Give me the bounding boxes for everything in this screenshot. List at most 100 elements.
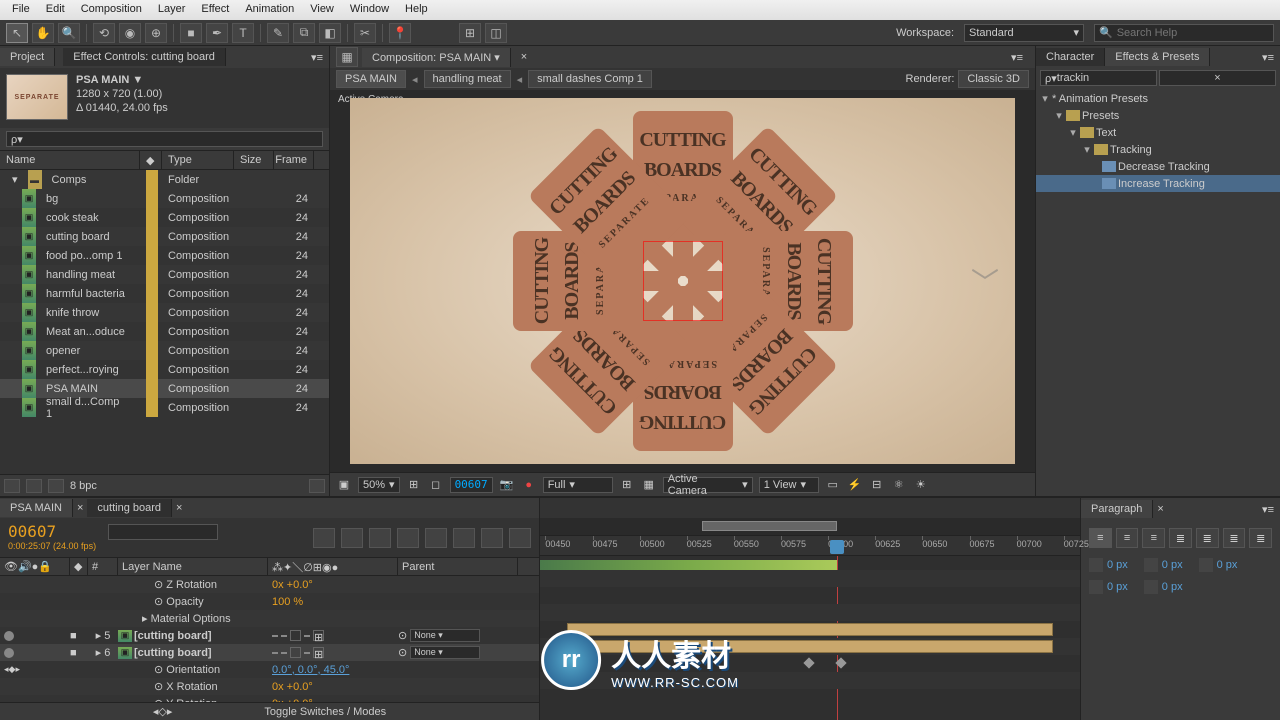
timeline-row[interactable]: ⊙ Opacity100 %	[0, 593, 539, 610]
resolution-icon[interactable]: ⊞	[406, 478, 422, 492]
timeline-track[interactable]	[540, 604, 1080, 621]
clone-tool-icon[interactable]: ⧉	[293, 23, 315, 43]
label-swatch[interactable]	[146, 170, 158, 189]
zoom-dropdown[interactable]: 50%▾	[358, 477, 400, 493]
col-name[interactable]: Name	[0, 151, 140, 169]
keyframe-icon[interactable]	[835, 657, 846, 668]
paragraph-tab[interactable]: Paragraph	[1081, 500, 1153, 518]
timeline-track[interactable]	[540, 638, 1080, 655]
property-value[interactable]: 0x +0.0°	[268, 681, 398, 693]
project-item-row[interactable]: ▣small d...Comp 1Composition24	[0, 398, 329, 417]
always-preview-icon[interactable]: ▣	[336, 478, 352, 492]
time-ruler[interactable]: 0045000475005000052500550005750060000625…	[540, 536, 1080, 556]
timeline-search[interactable]	[108, 524, 218, 540]
label-swatch[interactable]	[146, 398, 158, 417]
align-center-icon[interactable]: ≡	[1116, 528, 1139, 548]
selection-tool-icon[interactable]: ↖	[6, 23, 28, 43]
channel-icon[interactable]: ●	[521, 478, 537, 492]
label-swatch[interactable]	[146, 379, 158, 398]
project-folder-row[interactable]: ▾▬Comps Folder	[0, 170, 329, 189]
delete-icon[interactable]	[309, 479, 325, 493]
viewer-canvas[interactable]: ︿ ﹀ CUTTINGBOARDSSEPARATECUTTINGBOARDSSE…	[350, 98, 1015, 464]
timeline-icon[interactable]: ⊟	[869, 478, 885, 492]
effects-presets-tab[interactable]: Effects & Presets	[1105, 48, 1210, 66]
graph-editor-icon[interactable]	[481, 528, 503, 548]
label-swatch[interactable]	[146, 284, 158, 303]
timeline-row[interactable]: ■▸ 5▣[cutting board]⊞⊙ None ▾	[0, 627, 539, 644]
eraser-tool-icon[interactable]: ◧	[319, 23, 341, 43]
menu-animation[interactable]: Animation	[237, 0, 302, 20]
zoom-tool-icon[interactable]: 🔍	[58, 23, 80, 43]
label-swatch[interactable]	[146, 246, 158, 265]
guides-icon[interactable]: ▦	[641, 478, 657, 492]
project-search[interactable]: ρ▾	[0, 128, 329, 150]
brainstorm-icon[interactable]	[453, 528, 475, 548]
menu-window[interactable]: Window	[342, 0, 397, 20]
brush-tool-icon[interactable]: ✎	[267, 23, 289, 43]
composition-tab[interactable]: Composition: PSA MAIN ▾	[362, 48, 511, 67]
new-folder-icon[interactable]	[26, 479, 42, 493]
fast-preview-icon[interactable]: ⚡	[847, 478, 863, 492]
timeline-track[interactable]	[540, 655, 1080, 672]
label-swatch[interactable]	[146, 227, 158, 246]
space-before-value[interactable]: 0 px	[1107, 581, 1128, 593]
camera-tool-icon[interactable]: ◉	[119, 23, 141, 43]
preset-increase-tracking[interactable]: Increase Tracking	[1118, 178, 1205, 190]
roi-icon[interactable]: ◻	[428, 478, 444, 492]
shy-icon[interactable]	[369, 528, 391, 548]
timeline-track[interactable]	[540, 587, 1080, 604]
3d-layer-icon[interactable]: ⊞	[313, 647, 324, 658]
menu-composition[interactable]: Composition	[73, 0, 150, 20]
pixel-aspect-icon[interactable]: ▭	[825, 478, 841, 492]
workspace-dropdown[interactable]: Standard▾	[964, 24, 1084, 42]
visibility-toggle-icon[interactable]	[4, 631, 14, 641]
3d-layer-icon[interactable]: ⊞	[313, 630, 324, 641]
justify-last-right-icon[interactable]: ≣	[1223, 528, 1246, 548]
project-item-row[interactable]: ▣openerComposition24	[0, 341, 329, 360]
current-time[interactable]: 00607	[450, 477, 493, 493]
axis-local-icon[interactable]: ◫	[485, 23, 507, 43]
col-label[interactable]: ◆	[140, 151, 162, 169]
indent-left-value[interactable]: 0 px	[1107, 559, 1128, 571]
menu-effect[interactable]: Effect	[193, 0, 237, 20]
timeline-track[interactable]	[540, 621, 1080, 638]
bpc-toggle[interactable]: 8 bpc	[70, 480, 97, 492]
project-comp-name[interactable]: PSA MAIN ▼	[76, 74, 168, 86]
hand-tool-icon[interactable]: ✋	[32, 23, 54, 43]
property-value[interactable]: 100 %	[268, 596, 398, 608]
parent-dropdown[interactable]: None ▾	[410, 629, 480, 642]
breadcrumb-item[interactable]: small dashes Comp 1	[528, 70, 652, 88]
3d-nav-right-icon[interactable]: ﹀	[971, 261, 999, 301]
space-after-value[interactable]: 0 px	[1162, 581, 1183, 593]
menu-edit[interactable]: Edit	[38, 0, 73, 20]
menu-view[interactable]: View	[302, 0, 342, 20]
timeline-row[interactable]: ■▸ 6▣[cutting board]⊞⊙ None ▾	[0, 644, 539, 661]
exposure-icon[interactable]: ☀	[913, 478, 929, 492]
project-item-row[interactable]: ▣cook steakComposition24	[0, 208, 329, 227]
timeline-row[interactable]: ▸ Material Options	[0, 610, 539, 627]
label-swatch[interactable]	[146, 360, 158, 379]
comp-flowchart-icon[interactable]: ▦	[336, 47, 358, 67]
new-comp-icon[interactable]	[48, 479, 64, 493]
axis-mode-icon[interactable]: ⊞	[459, 23, 481, 43]
panel-menu-icon[interactable]: ▾≡	[1256, 503, 1280, 516]
breadcrumb-item[interactable]: PSA MAIN	[336, 70, 406, 88]
project-item-row[interactable]: ▣food po...omp 1Composition24	[0, 246, 329, 265]
project-item-row[interactable]: ▣knife throwComposition24	[0, 303, 329, 322]
justify-all-icon[interactable]: ≣	[1249, 528, 1272, 548]
tree-tracking[interactable]: Tracking	[1110, 144, 1152, 156]
timeline-track[interactable]	[540, 689, 1080, 706]
resolution-dropdown[interactable]: Full▾	[543, 477, 613, 493]
property-value[interactable]: 0.0°, 0.0°, 45.0°	[268, 664, 398, 676]
comp-mini-flowchart-icon[interactable]	[313, 528, 335, 548]
draft3d-icon[interactable]	[341, 528, 363, 548]
col-size[interactable]: Size	[234, 151, 274, 169]
puppet-tool-icon[interactable]: 📍	[389, 23, 411, 43]
composition-viewer[interactable]: Active Camera ︿ ﹀ CUTTINGBOARDSSEPARATEC…	[330, 90, 1035, 472]
motion-blur-icon[interactable]	[425, 528, 447, 548]
property-value[interactable]: 0x +0.0°	[268, 579, 398, 591]
rotate-tool-icon[interactable]: ⟲	[93, 23, 115, 43]
renderer-dropdown[interactable]: Classic 3D	[958, 70, 1029, 88]
indent-right-value[interactable]: 0 px	[1217, 559, 1238, 571]
effects-search-field[interactable]: ρ▾ trackin	[1040, 70, 1157, 86]
